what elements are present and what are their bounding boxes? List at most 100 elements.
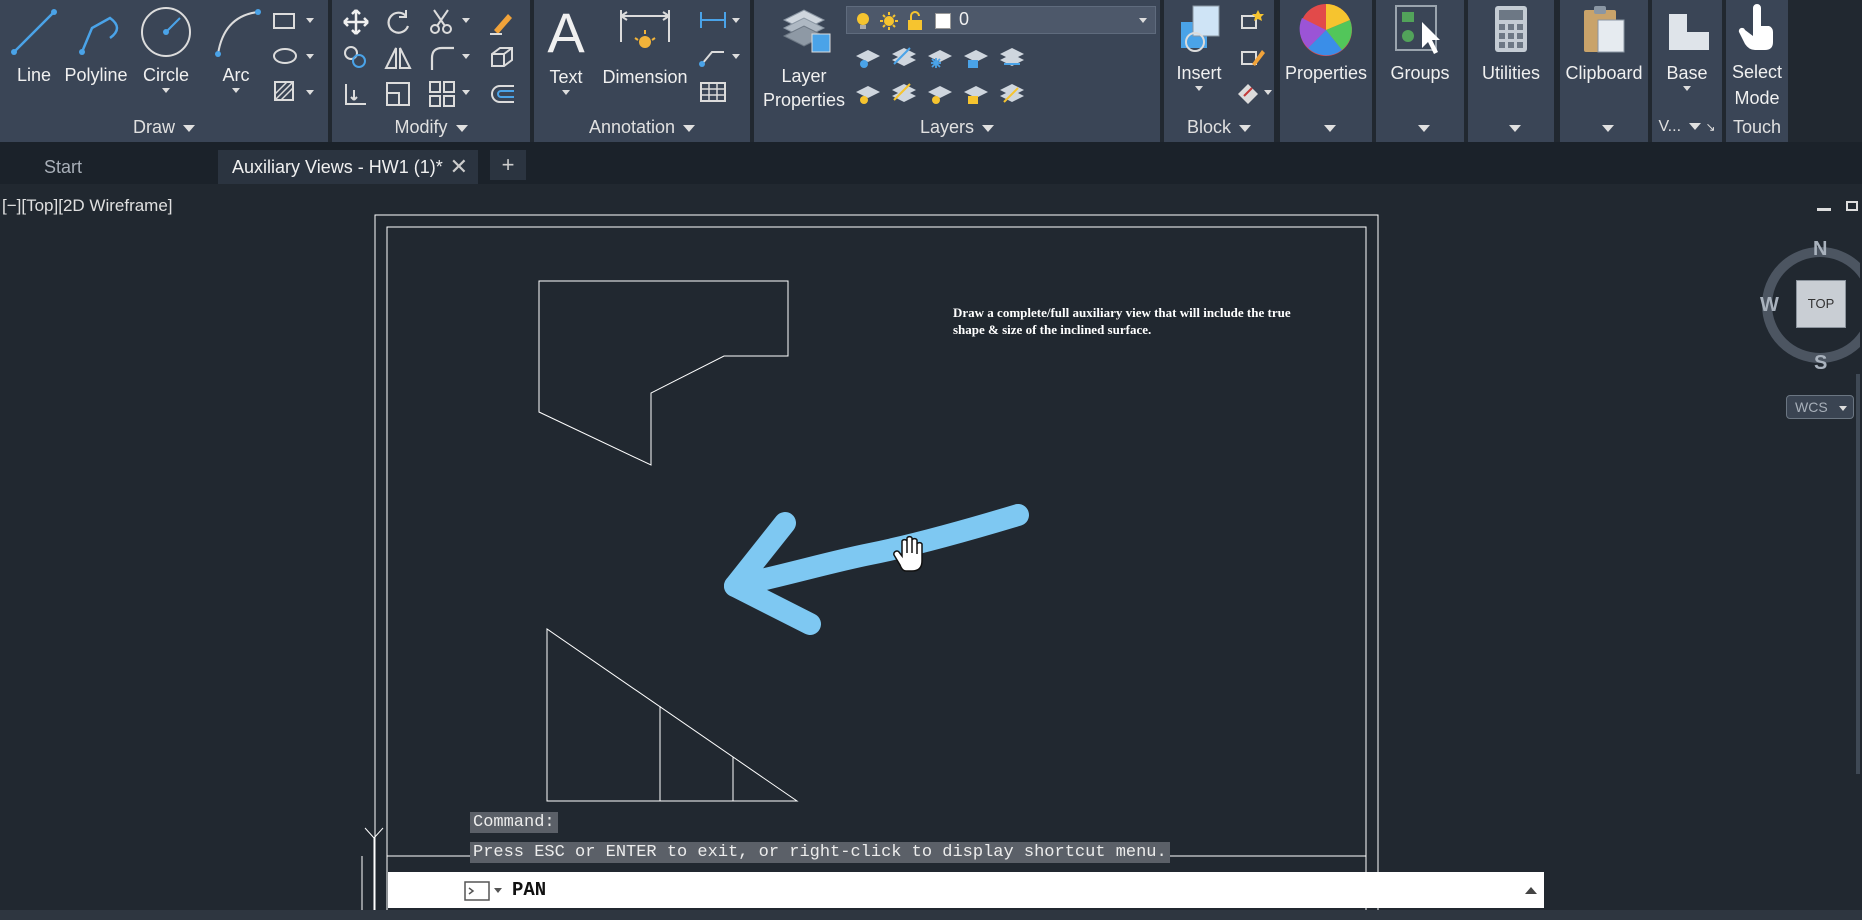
viewport-restore-icon[interactable] (1846, 201, 1858, 211)
array-dropdown[interactable] (462, 90, 470, 95)
view-panel-title[interactable]: V... ↘ (1652, 114, 1722, 140)
ucs-dropdown-caret (1839, 406, 1847, 411)
rectangle-icon[interactable] (272, 10, 298, 32)
layer-unlock-all-icon[interactable] (962, 80, 990, 106)
layer-isolate-icon[interactable] (890, 44, 918, 70)
insert-dropdown[interactable] (1195, 86, 1203, 91)
properties-panel-title[interactable] (1280, 114, 1372, 140)
arc-button[interactable]: Arc (208, 4, 264, 93)
compass-north[interactable]: N (1813, 238, 1827, 261)
dimension-button[interactable]: Dimension (600, 2, 690, 88)
layer-on-all-icon[interactable] (854, 80, 882, 106)
command-history-line-2: Press ESC or ENTER to exit, or right-cli… (470, 842, 1170, 863)
command-prompt-icon[interactable] (464, 880, 504, 902)
erase-icon[interactable] (488, 8, 516, 36)
viewport-minimize-icon[interactable] (1817, 208, 1831, 211)
circle-button[interactable]: Circle (136, 4, 196, 93)
close-tab-icon[interactable]: ✕ (450, 150, 468, 184)
groups-panel-title[interactable] (1376, 114, 1464, 140)
utilities-panel-title[interactable] (1468, 114, 1554, 140)
mirror-icon[interactable] (384, 44, 412, 72)
line-button[interactable]: Line (6, 4, 62, 86)
block-panel-title[interactable]: Block (1164, 114, 1274, 140)
text-dropdown[interactable] (562, 90, 570, 95)
fillet-dropdown[interactable] (462, 54, 470, 59)
ellipse-icon[interactable] (272, 45, 298, 67)
new-tab-button[interactable]: + (490, 150, 526, 180)
trim-icon[interactable] (428, 8, 456, 36)
hatch-icon[interactable] (272, 80, 298, 102)
base-dropdown[interactable] (1683, 86, 1691, 91)
command-line[interactable]: PAN (388, 872, 1544, 908)
text-icon: A (547, 1, 585, 64)
move-icon[interactable] (342, 8, 370, 36)
leader-dropdown[interactable] (732, 54, 740, 59)
viewcube-top-face[interactable]: TOP (1796, 280, 1846, 328)
scale-icon[interactable] (384, 80, 412, 108)
viewcube[interactable]: N S W TOP (1760, 238, 1860, 374)
insert-button[interactable]: Insert (1166, 2, 1232, 91)
offset-icon[interactable] (488, 80, 516, 108)
array-icon[interactable] (428, 80, 456, 108)
layer-freeze-icon[interactable] (926, 44, 954, 70)
block-attributes-dropdown[interactable] (1264, 90, 1272, 95)
layer-lock-icon[interactable] (962, 44, 990, 70)
rotate-icon[interactable] (384, 8, 412, 36)
select-mode-button[interactable]: Select Mode (1726, 2, 1788, 111)
tab-start-label: Start (44, 157, 83, 177)
copy-icon[interactable] (342, 44, 370, 72)
select-mode-icon (1738, 4, 1774, 50)
properties-button[interactable]: Properties (1280, 2, 1372, 84)
linear-dimension-dropdown[interactable] (732, 18, 740, 23)
modify-panel: Modify (332, 0, 530, 142)
front-view-outline (538, 280, 789, 466)
vertical-scrollbar[interactable] (1856, 374, 1860, 774)
trim-dropdown[interactable] (462, 18, 470, 23)
stretch-icon[interactable] (342, 80, 370, 108)
command-input[interactable]: PAN (512, 872, 546, 908)
view-launcher-icon[interactable]: ↘ (1705, 120, 1715, 134)
layer-match-icon[interactable] (998, 44, 1026, 70)
create-block-icon[interactable] (1238, 8, 1266, 34)
clipboard-button[interactable]: Clipboard (1560, 2, 1648, 84)
groups-button[interactable]: Groups (1376, 2, 1464, 84)
compass-west[interactable]: W (1760, 294, 1779, 317)
tab-start[interactable]: Start (30, 150, 210, 184)
compass-south[interactable]: S (1814, 352, 1827, 375)
block-attributes-icon[interactable] (1234, 80, 1262, 106)
draw-panel-title[interactable]: Draw (0, 114, 328, 140)
modify-panel-title[interactable]: Modify (332, 114, 530, 140)
edit-block-icon[interactable] (1238, 44, 1266, 70)
drawing-canvas[interactable]: [−][Top][2D Wireframe] Draw a complete/f… (0, 184, 1862, 920)
touch-panel-title: Touch (1732, 117, 1782, 137)
explode-icon[interactable] (488, 44, 516, 72)
layer-properties-button[interactable]: Layer Properties (758, 2, 850, 112)
hatch-dropdown[interactable] (306, 90, 314, 95)
annotation-panel-title[interactable]: Annotation (534, 114, 750, 140)
rectangle-dropdown[interactable] (306, 18, 314, 23)
ellipse-dropdown[interactable] (306, 54, 314, 59)
layer-thaw-all-icon[interactable] (926, 80, 954, 106)
layer-unisolate-icon[interactable] (890, 80, 918, 106)
text-button[interactable]: A Text (536, 1, 596, 95)
base-button[interactable]: Base (1652, 2, 1722, 91)
table-icon[interactable] (698, 80, 728, 104)
fillet-icon[interactable] (428, 44, 456, 72)
tab-auxiliary-views[interactable]: Auxiliary Views - HW1 (1)* ✕ (218, 150, 478, 184)
polyline-button[interactable]: Polyline (62, 4, 130, 86)
layer-off-icon[interactable] (854, 44, 882, 70)
clipboard-panel-title[interactable] (1560, 114, 1648, 140)
utilities-button[interactable]: Utilities (1468, 2, 1554, 84)
leader-icon[interactable] (698, 44, 728, 68)
ucs-dropdown[interactable]: WCS (1786, 395, 1854, 419)
layers-panel-title[interactable]: Layers (754, 114, 1160, 140)
linear-dimension-icon[interactable] (698, 8, 728, 32)
layer-dropdown[interactable]: 0 (846, 6, 1156, 34)
command-history-line-1: Command: (470, 812, 558, 833)
arc-dropdown[interactable] (232, 88, 240, 93)
groups-label: Groups (1390, 63, 1450, 83)
layer-walk-icon[interactable] (998, 80, 1026, 106)
layers-panel: Layer Properties 0 Layers (754, 0, 1160, 142)
circle-dropdown[interactable] (162, 88, 170, 93)
command-history-toggle-icon[interactable] (1524, 884, 1538, 896)
